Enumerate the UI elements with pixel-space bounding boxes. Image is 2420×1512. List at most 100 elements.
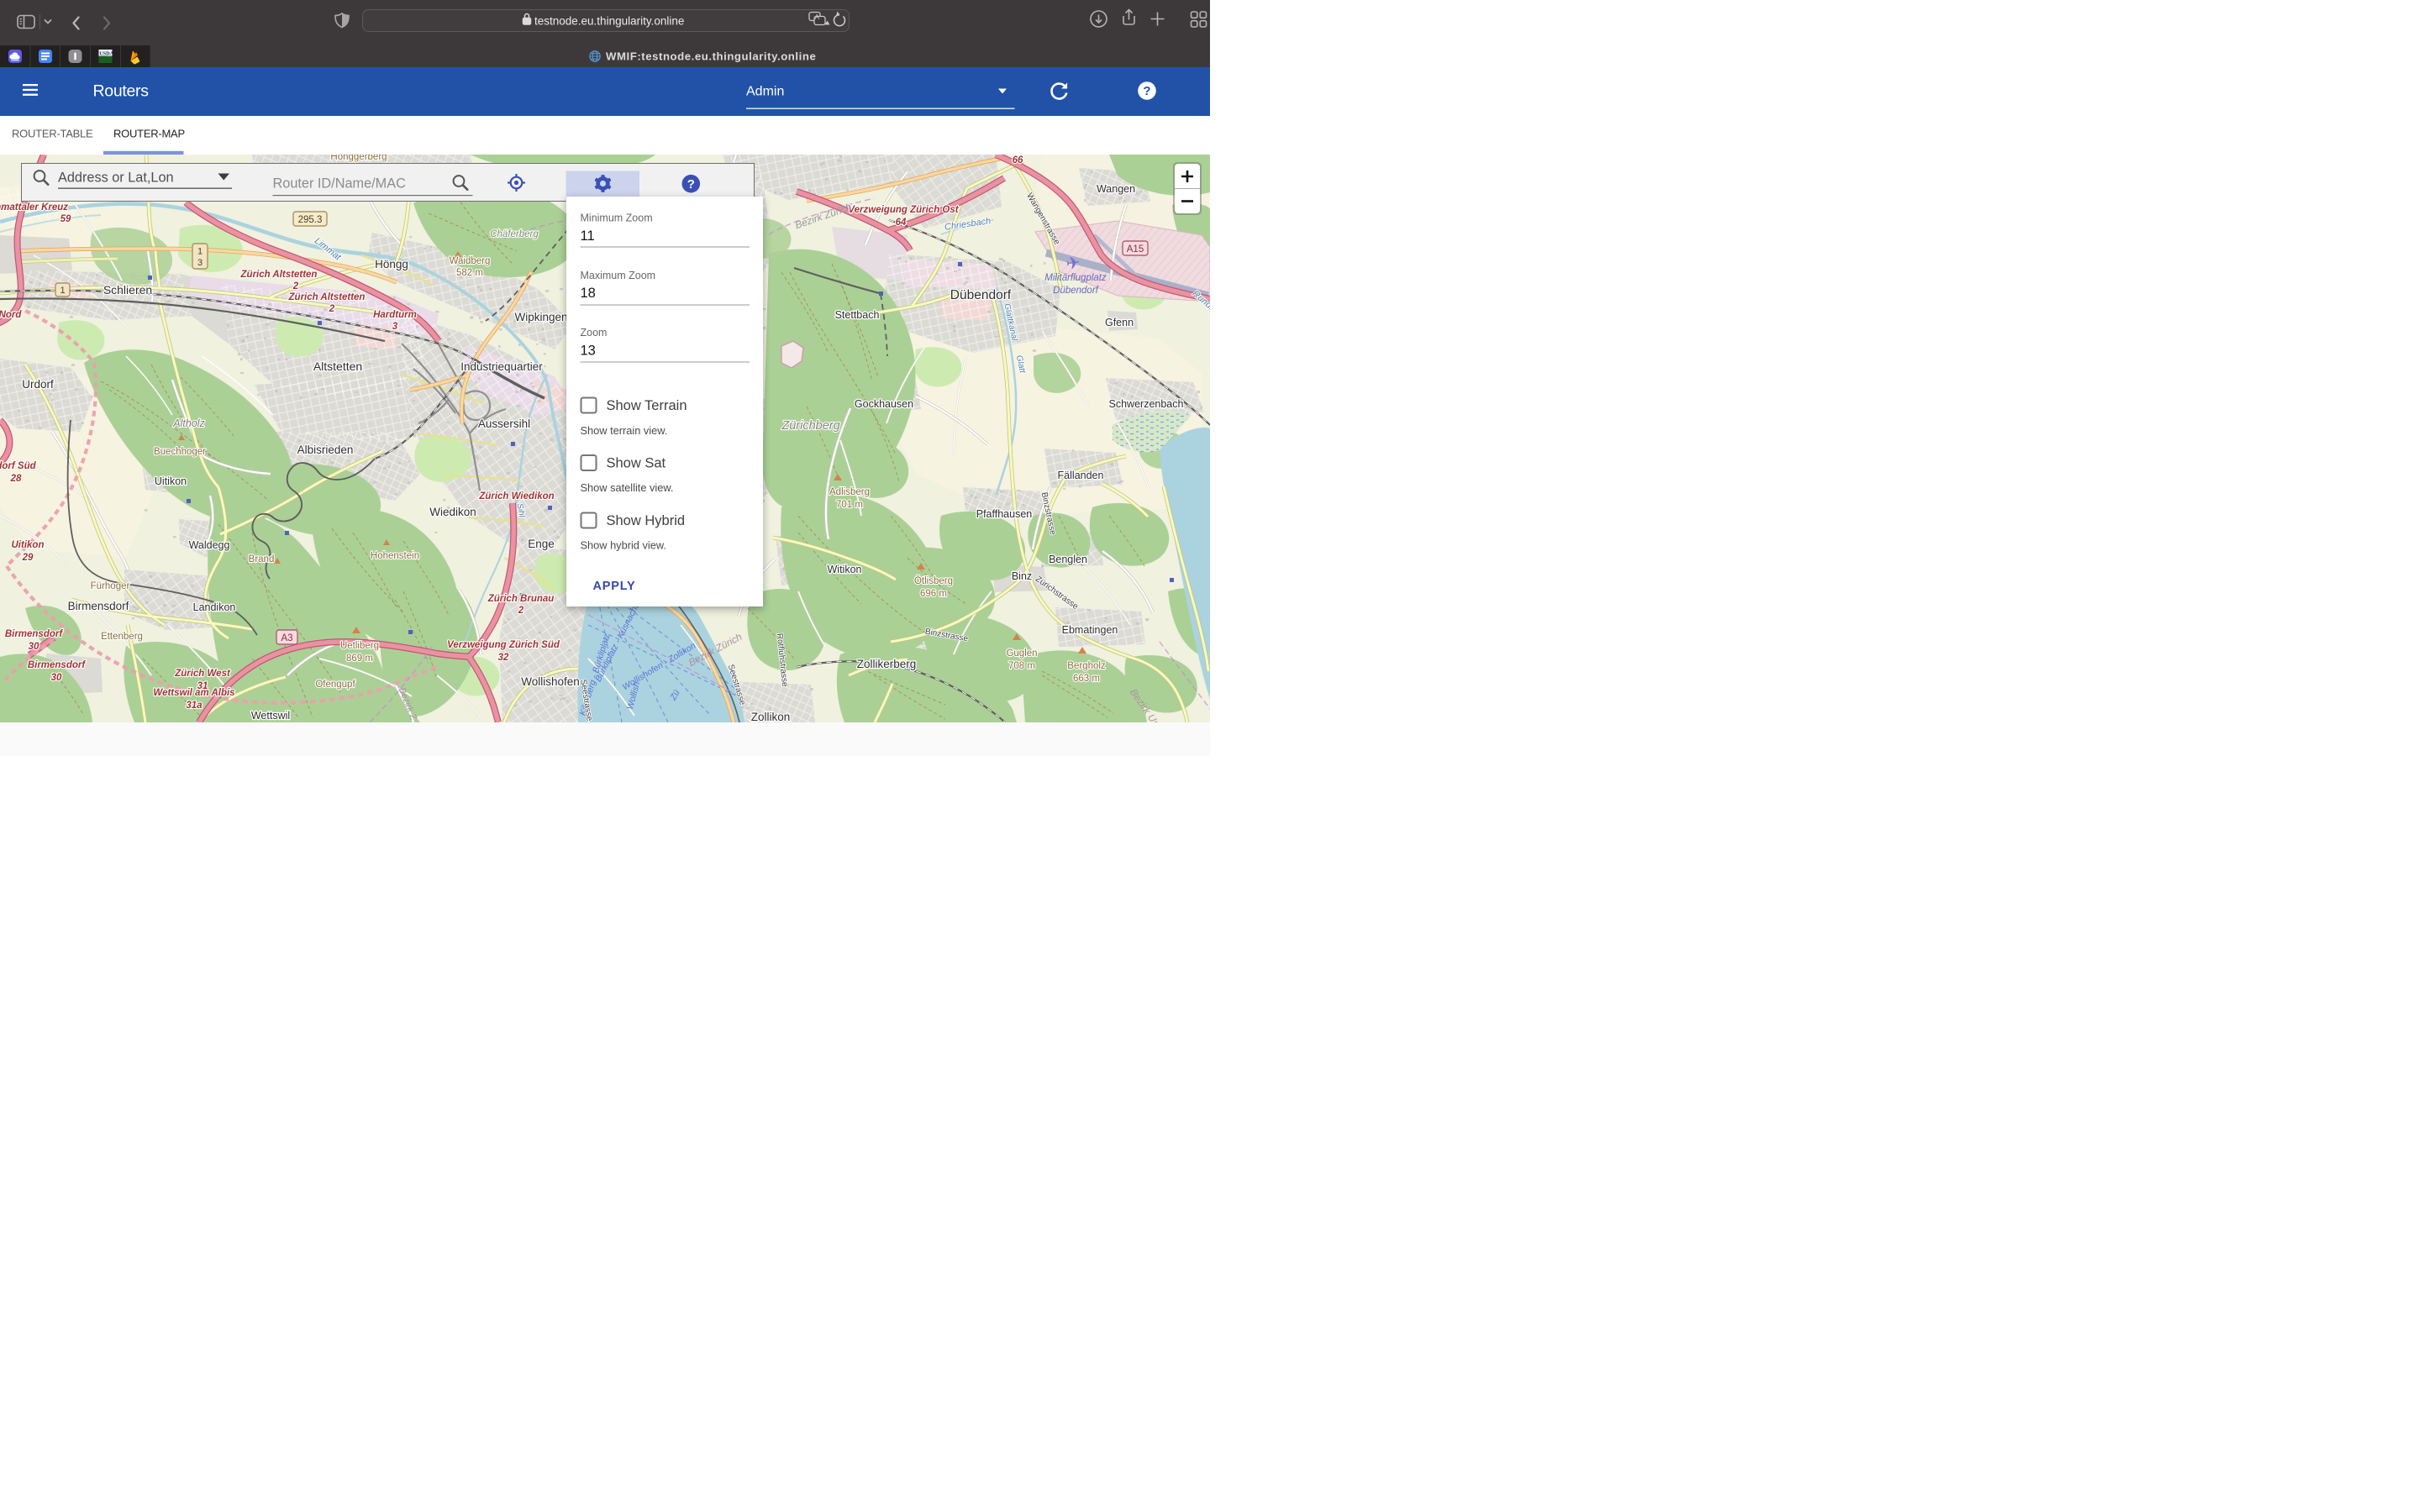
svg-text:Wipkingen: Wipkingen (514, 311, 567, 323)
svg-text:mmattaler Kreuz: mmattaler Kreuz (0, 202, 68, 213)
svg-text:Maximum Zoom: Maximum Zoom (581, 270, 656, 281)
svg-text:663 m: 663 m (1073, 674, 1100, 684)
svg-text:Wollishofen: Wollishofen (521, 675, 580, 688)
svg-text:Birmensdorf: Birmensdorf (68, 600, 129, 612)
svg-text:Birmensdorf: Birmensdorf (28, 660, 87, 670)
svg-text:28: 28 (10, 474, 22, 484)
svg-text:30: 30 (51, 673, 62, 683)
svg-text:Militärflugplatz: Militärflugplatz (1044, 273, 1107, 283)
svg-text:Zürich Altstetten: Zürich Altstetten (240, 270, 318, 280)
svg-text:Albisrieden: Albisrieden (297, 444, 354, 456)
svg-text:Ötlisberg: Ötlisberg (914, 576, 953, 586)
svg-text:A: A (815, 13, 820, 21)
svg-text:Waidberg: Waidberg (450, 256, 491, 266)
svg-text:Bergholz: Bergholz (1067, 661, 1106, 671)
svg-text:701 m: 701 m (836, 500, 863, 510)
svg-text:3: 3 (392, 322, 398, 332)
svg-text:Ebmatingen: Ebmatingen (1062, 624, 1118, 636)
svg-text:66: 66 (1013, 155, 1023, 165)
svg-text:11: 11 (581, 228, 595, 244)
svg-text:Brand: Brand (249, 554, 275, 564)
svg-text:30: 30 (29, 642, 39, 652)
svg-text:testnode.eu.thingularity.onlin: testnode.eu.thingularity.online (534, 15, 684, 28)
svg-text:Hardturm: Hardturm (373, 310, 417, 320)
svg-text:Wangen: Wangen (1097, 183, 1135, 195)
svg-text:ROUTER-MAP: ROUTER-MAP (113, 128, 185, 140)
svg-text:Altholz: Altholz (172, 417, 205, 429)
svg-text:Zollikerberg: Zollikerberg (857, 658, 917, 670)
svg-text:Show satellite view.: Show satellite view. (581, 481, 674, 494)
svg-text:Schwerzenbach: Schwerzenbach (1109, 398, 1184, 410)
svg-text:Zürichberg: Zürichberg (781, 419, 839, 433)
svg-text:29: 29 (22, 553, 34, 563)
svg-text:Guglen: Guglen (1006, 648, 1037, 659)
svg-text:Show hybrid view.: Show hybrid view. (581, 538, 666, 551)
svg-text:18: 18 (581, 286, 596, 301)
svg-text:Chäferberg: Chäferberg (490, 229, 539, 239)
svg-text:Urdorf: Urdorf (22, 378, 54, 391)
svg-text:31a: 31a (186, 701, 203, 711)
svg-text:295.3: 295.3 (298, 215, 323, 225)
svg-text:Verzweigung Zürich Ost: Verzweigung Zürich Ost (848, 205, 959, 215)
svg-text:Schlieren: Schlieren (103, 283, 152, 297)
svg-text:Adlisberg: Adlisberg (829, 487, 870, 497)
svg-text:3: 3 (197, 258, 203, 268)
svg-text:Uitikon: Uitikon (155, 475, 187, 487)
svg-text:Ettenberg: Ettenberg (101, 632, 143, 642)
svg-text:Admin: Admin (746, 84, 784, 98)
svg-text:2: 2 (329, 304, 335, 314)
svg-text:Nord: Nord (0, 310, 22, 320)
svg-text:Landikon: Landikon (193, 601, 236, 613)
svg-text:Industriequartier: Industriequartier (460, 360, 543, 373)
svg-text:Minimum Zoom: Minimum Zoom (581, 212, 653, 223)
svg-text:Show terrain view.: Show terrain view. (581, 424, 668, 437)
svg-text:Benglen: Benglen (1049, 554, 1087, 565)
svg-text:Uetliberg: Uetliberg (340, 641, 379, 651)
svg-text:696 m: 696 m (920, 589, 947, 599)
svg-text:1: 1 (60, 286, 65, 296)
svg-text:Dübendorf: Dübendorf (1053, 286, 1100, 296)
svg-text:Binz: Binz (1012, 570, 1032, 582)
svg-text:Zürich Brunau: Zürich Brunau (487, 594, 555, 604)
svg-text:Pfaffhausen: Pfaffhausen (976, 508, 1033, 520)
svg-text:Fürhoger: Fürhoger (91, 581, 130, 591)
svg-text:Zoom: Zoom (581, 327, 608, 339)
svg-text:Routers: Routers (93, 81, 150, 100)
svg-text:Witikon: Witikon (828, 564, 862, 575)
svg-text:2: 2 (518, 606, 524, 616)
svg-text:WMIF:testnode.eu.thingularity.: WMIF:testnode.eu.thingularity.online (606, 50, 816, 62)
svg-text:59: 59 (60, 214, 71, 224)
svg-text:?: ? (687, 177, 695, 192)
svg-text:32: 32 (498, 653, 509, 663)
svg-text:Ofengupf: Ofengupf (315, 680, 355, 690)
svg-text:Dübendorf: Dübendorf (950, 288, 1012, 302)
svg-text:Birmensdorf: Birmensdorf (5, 629, 64, 639)
svg-text:1: 1 (197, 247, 203, 257)
svg-text:A15: A15 (1127, 244, 1144, 255)
svg-text:Zürich West: Zürich West (174, 669, 231, 679)
svg-text:Höngg: Höngg (375, 258, 408, 270)
svg-text:708 m: 708 m (1008, 661, 1035, 671)
svg-text:Uitikon: Uitikon (12, 540, 45, 550)
svg-text:Aussersihl: Aussersihl (478, 417, 530, 430)
svg-text:ROUTER-TABLE: ROUTER-TABLE (12, 128, 93, 140)
svg-text:APPLY: APPLY (593, 580, 636, 593)
svg-text:Waldegg: Waldegg (189, 539, 230, 551)
svg-text:Wettswil am Albis: Wettswil am Albis (153, 688, 234, 698)
svg-text:?: ? (1143, 84, 1150, 98)
svg-text:Wiedikon: Wiedikon (429, 506, 476, 518)
svg-text:Show Terrain: Show Terrain (607, 398, 687, 413)
svg-text:Fällanden: Fällanden (1058, 470, 1104, 481)
svg-text:13: 13 (581, 343, 596, 358)
svg-text:dorf Süd: dorf Süd (0, 461, 37, 471)
svg-text:Router ID/Name/MAC: Router ID/Name/MAC (273, 176, 407, 191)
svg-text:Buechhoger: Buechhoger (154, 447, 206, 457)
svg-text:Show Hybrid: Show Hybrid (607, 513, 686, 528)
svg-text:Hönggerberg: Hönggerberg (330, 155, 387, 162)
svg-text:Gfenn: Gfenn (1105, 317, 1134, 328)
svg-text:A3: A3 (281, 633, 292, 643)
svg-text:869 m: 869 m (346, 654, 373, 664)
svg-text:Wettswil: Wettswil (251, 710, 290, 722)
svg-text:2: 2 (292, 281, 299, 291)
svg-text:Altstetten: Altstetten (313, 360, 362, 373)
